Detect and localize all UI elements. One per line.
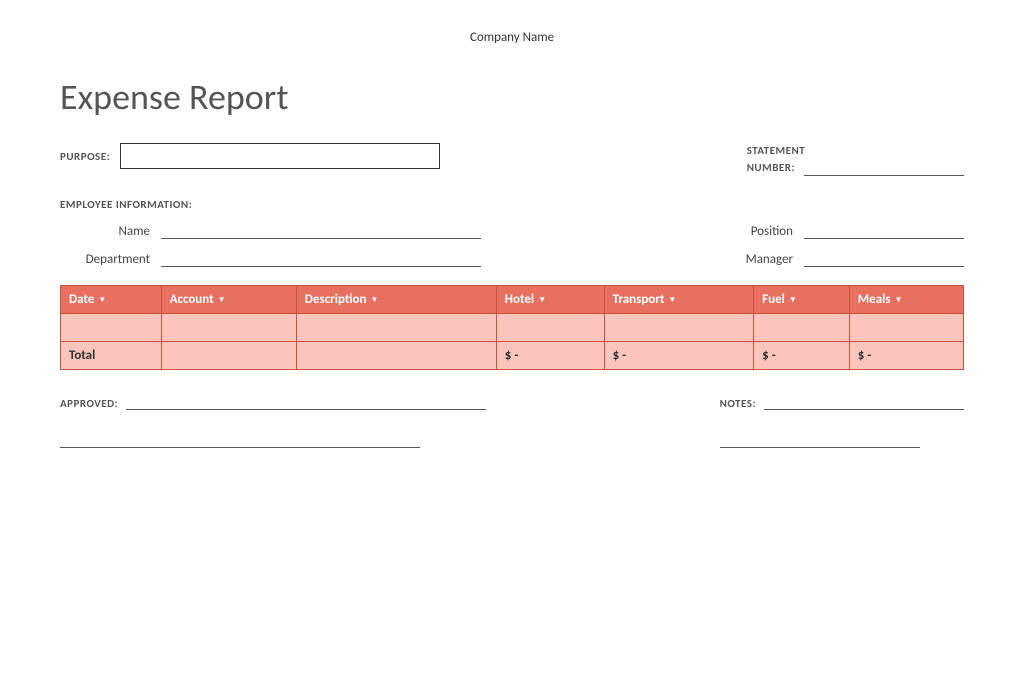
approved-row: APPROVED: <box>60 394 486 410</box>
report-title: Expense Report <box>60 75 964 119</box>
purpose-input[interactable] <box>120 143 440 169</box>
total-row: Total $ - $ - $ - $ - <box>61 342 964 370</box>
table-row <box>61 314 964 342</box>
col-account[interactable]: Account ▼ <box>161 286 296 314</box>
statement-label-line2: NUMBER: <box>747 158 964 176</box>
notes-label: NOTES: <box>720 397 756 410</box>
col-date[interactable]: Date ▼ <box>61 286 162 314</box>
col-meals[interactable]: Meals ▼ <box>849 286 963 314</box>
cell-transport[interactable] <box>604 314 754 342</box>
notes-field[interactable] <box>764 394 964 410</box>
manager-row: Manager <box>703 251 964 267</box>
statement-block: STATEMENT NUMBER: <box>747 143 964 176</box>
company-name: Company Name <box>60 30 964 45</box>
meals-dropdown-icon[interactable]: ▼ <box>895 295 903 305</box>
cell-fuel[interactable] <box>754 314 850 342</box>
table-header: Date ▼ Account ▼ Description ▼ <box>61 286 964 314</box>
cell-description[interactable] <box>296 314 496 342</box>
approved-second-line <box>60 432 486 453</box>
purpose-label: PURPOSE: <box>60 150 110 163</box>
name-row: Name <box>60 223 481 239</box>
department-field[interactable] <box>161 251 481 267</box>
notes-row: NOTES: <box>720 394 964 410</box>
position-row: Position <box>703 223 964 239</box>
department-row: Department <box>60 251 481 267</box>
total-meals: $ - <box>849 342 963 370</box>
bottom-left: APPROVED: <box>60 394 486 453</box>
table-body: Total $ - $ - $ - $ - <box>61 314 964 370</box>
manager-field[interactable] <box>804 251 964 267</box>
position-field[interactable] <box>804 223 964 239</box>
employee-right: Position Manager <box>703 223 964 267</box>
description-dropdown-icon[interactable]: ▼ <box>370 295 378 305</box>
col-hotel[interactable]: Hotel ▼ <box>496 286 604 314</box>
transport-dropdown-icon[interactable]: ▼ <box>668 295 676 305</box>
date-dropdown-icon[interactable]: ▼ <box>98 295 106 305</box>
bottom-section: APPROVED: NOTES: <box>60 394 964 453</box>
cell-account[interactable] <box>161 314 296 342</box>
hotel-dropdown-icon[interactable]: ▼ <box>538 295 546 305</box>
employee-left: Name Department <box>60 223 481 267</box>
position-label: Position <box>703 224 793 239</box>
col-fuel[interactable]: Fuel ▼ <box>754 286 850 314</box>
cell-meals[interactable] <box>849 314 963 342</box>
employee-fields: Name Department Position Manager <box>60 223 964 267</box>
total-label: Total <box>61 342 162 370</box>
name-field[interactable] <box>161 223 481 239</box>
notes-second-line <box>720 432 964 453</box>
statement-label-line1: STATEMENT <box>747 143 964 158</box>
name-label: Name <box>60 224 150 239</box>
statement-number-field[interactable] <box>804 160 964 176</box>
approved-extra-field[interactable] <box>60 432 420 448</box>
total-fuel: $ - <box>754 342 850 370</box>
page: Company Name Expense Report PURPOSE: STA… <box>0 0 1024 691</box>
employee-info-section: EMPLOYEE INFORMATION: Name Department Po… <box>60 198 964 267</box>
notes-extra-field[interactable] <box>720 432 920 448</box>
bottom-right: NOTES: <box>720 394 964 453</box>
purpose-row: PURPOSE: <box>60 143 440 169</box>
purpose-statement-row: PURPOSE: STATEMENT NUMBER: <box>60 143 964 176</box>
total-account <box>161 342 296 370</box>
cell-hotel[interactable] <box>496 314 604 342</box>
col-description[interactable]: Description ▼ <box>296 286 496 314</box>
manager-label: Manager <box>703 252 793 267</box>
approved-label: APPROVED: <box>60 397 118 410</box>
total-hotel: $ - <box>496 342 604 370</box>
fuel-dropdown-icon[interactable]: ▼ <box>789 295 797 305</box>
total-transport: $ - <box>604 342 754 370</box>
approved-field[interactable] <box>126 394 486 410</box>
col-transport[interactable]: Transport ▼ <box>604 286 754 314</box>
cell-date[interactable] <box>61 314 162 342</box>
department-label: Department <box>60 252 150 267</box>
expense-table: Date ▼ Account ▼ Description ▼ <box>60 285 964 370</box>
account-dropdown-icon[interactable]: ▼ <box>218 295 226 305</box>
header-row: Date ▼ Account ▼ Description ▼ <box>61 286 964 314</box>
total-description <box>296 342 496 370</box>
employee-info-label: EMPLOYEE INFORMATION: <box>60 198 964 211</box>
